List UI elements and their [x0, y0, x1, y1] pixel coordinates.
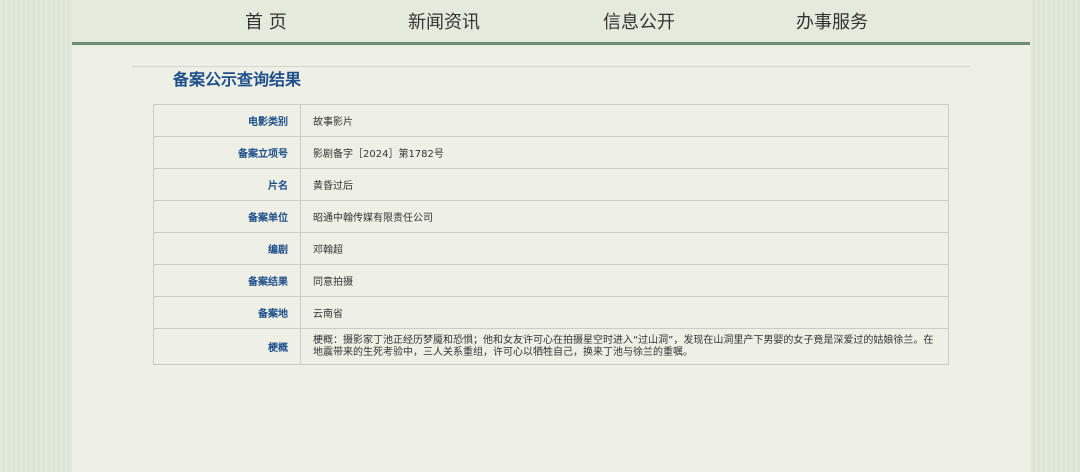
table-row: 电影类别 故事影片	[153, 104, 949, 137]
record-table: 电影类别 故事影片 备案立项号 影剧备字［2024］第1782号 片名 黄昏过后…	[153, 104, 949, 365]
label-film-category: 电影类别	[153, 104, 301, 137]
page-panel: 首 页 新闻资讯 信息公开 办事服务 备案公示查询结果 电影类别 故事影片 备案…	[72, 0, 1030, 472]
nav-services[interactable]: 办事服务	[796, 8, 868, 34]
value-screenwriter: 邓翰超	[300, 232, 949, 265]
nav-info-disclosure[interactable]: 信息公开	[603, 8, 675, 34]
label-filing-unit: 备案单位	[153, 200, 301, 233]
nav-home[interactable]: 首 页	[245, 8, 287, 34]
table-row: 片名 黄昏过后	[153, 168, 949, 201]
label-film-title: 片名	[153, 168, 301, 201]
value-filing-result: 同意拍摄	[300, 264, 949, 297]
label-screenwriter: 编剧	[153, 232, 301, 265]
label-filing-location: 备案地	[153, 296, 301, 329]
value-synopsis: 梗概：摄影家丁池正经历梦魇和恐惧；他和女友许可心在拍摄星空时进入“过山洞”，发现…	[300, 328, 949, 365]
label-record-number: 备案立项号	[153, 136, 301, 169]
value-filing-location: 云南省	[300, 296, 949, 329]
label-synopsis: 梗概	[153, 328, 301, 365]
page-title: 备案公示查询结果	[173, 70, 302, 89]
table-row: 备案立项号 影剧备字［2024］第1782号	[153, 136, 949, 169]
label-filing-result: 备案结果	[153, 264, 301, 297]
table-row: 梗概 梗概：摄影家丁池正经历梦魇和恐惧；他和女友许可心在拍摄星空时进入“过山洞”…	[153, 328, 949, 365]
value-film-title: 黄昏过后	[300, 168, 949, 201]
value-film-category: 故事影片	[300, 104, 949, 137]
top-nav: 首 页 新闻资讯 信息公开 办事服务	[72, 0, 1030, 45]
table-row: 编剧 邓翰超	[153, 232, 949, 265]
table-row: 备案结果 同意拍摄	[153, 264, 949, 297]
table-row: 备案地 云南省	[153, 296, 949, 329]
nav-news[interactable]: 新闻资讯	[408, 8, 480, 34]
table-row: 备案单位 昭通中翰传媒有限责任公司	[153, 200, 949, 233]
value-filing-unit: 昭通中翰传媒有限责任公司	[300, 200, 949, 233]
value-record-number: 影剧备字［2024］第1782号	[300, 136, 949, 169]
